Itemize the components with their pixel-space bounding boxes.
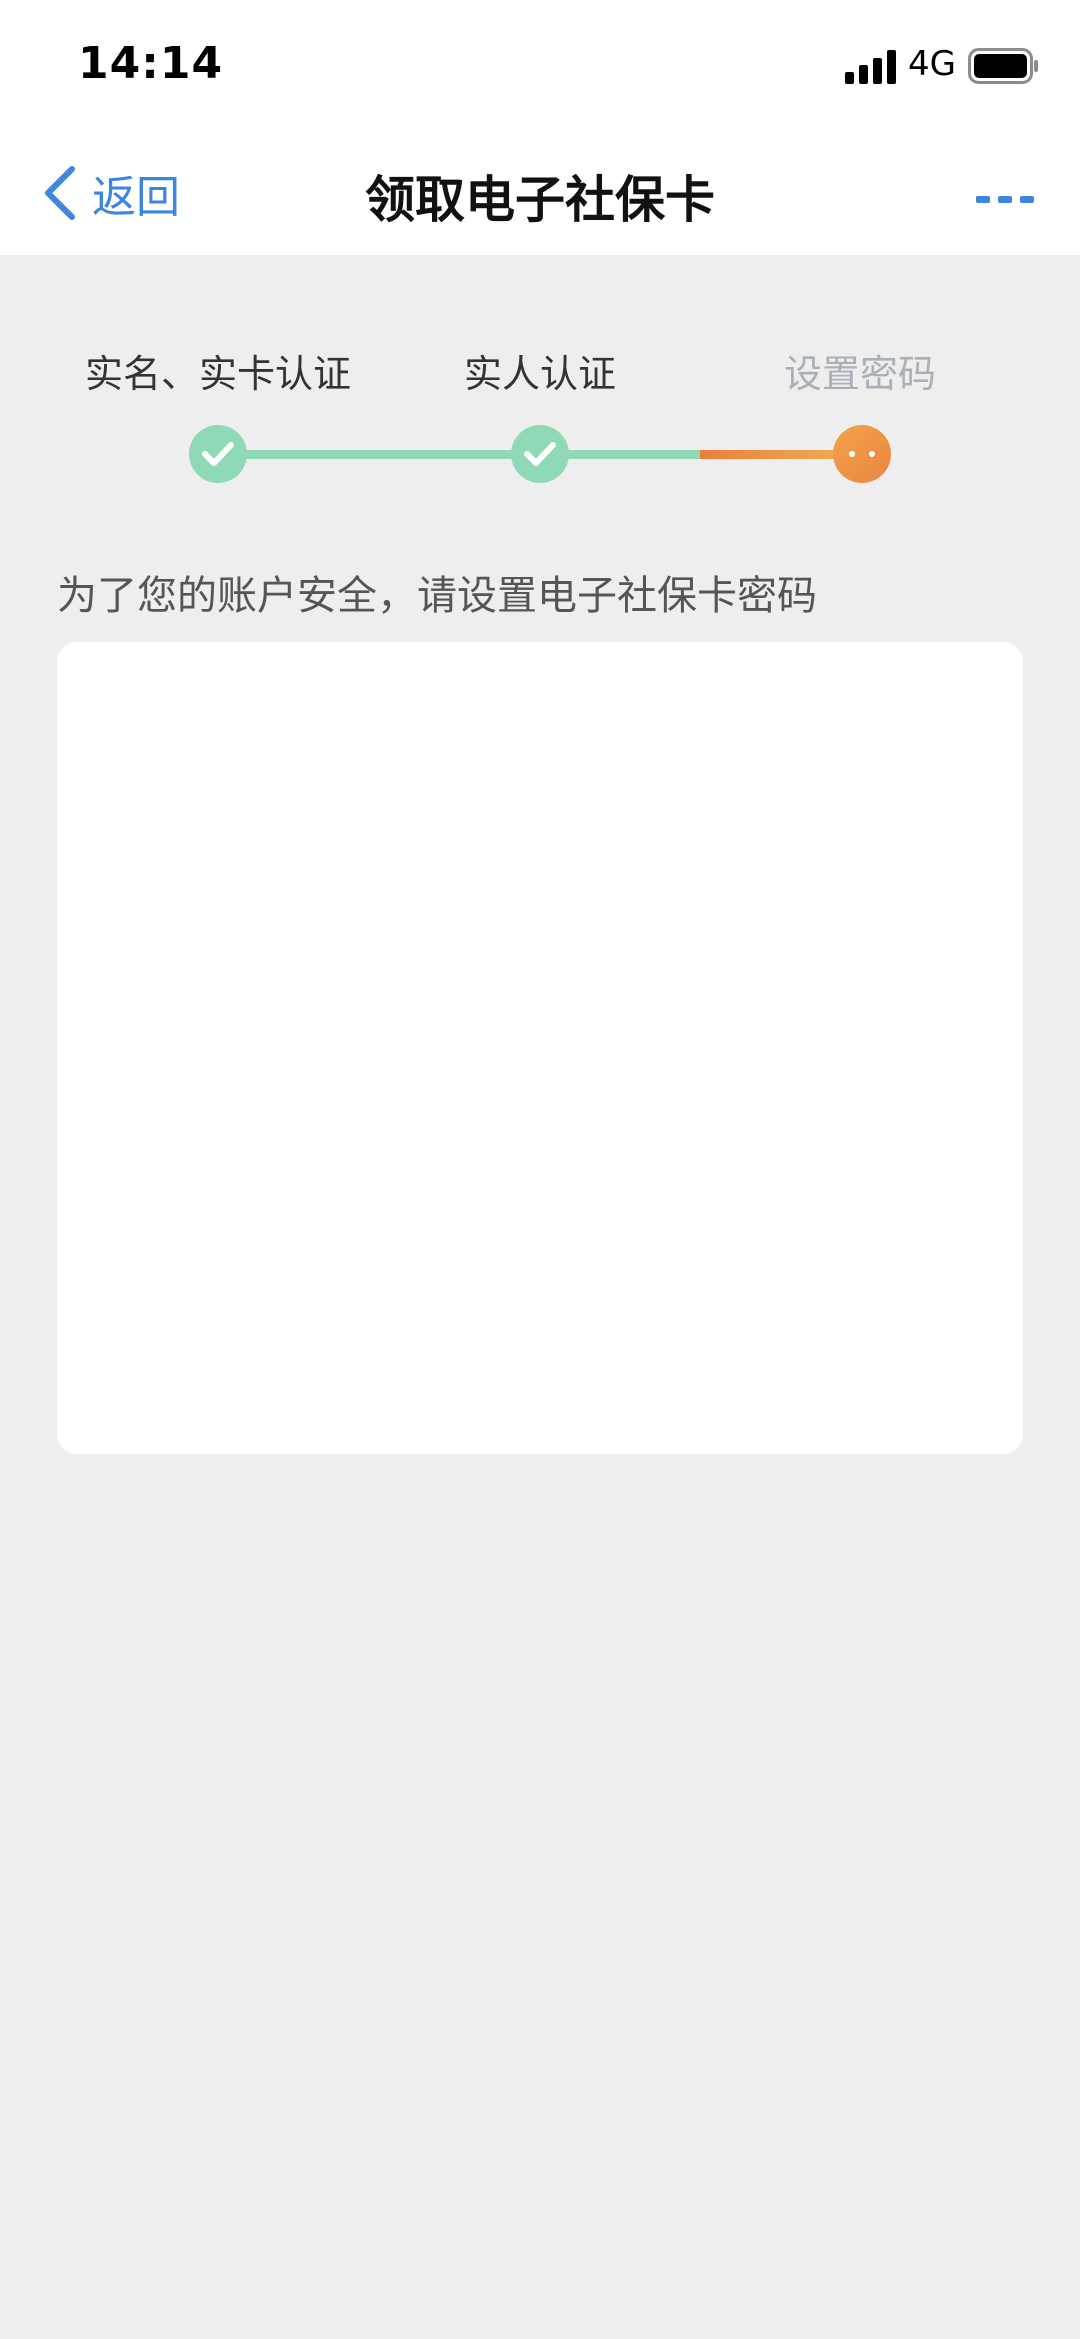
check-icon xyxy=(524,442,556,466)
check-icon xyxy=(202,442,234,466)
step-done-2 xyxy=(511,425,569,483)
status-time: 14:14 xyxy=(78,38,224,89)
ellipsis-icon xyxy=(849,451,875,457)
more-icon[interactable] xyxy=(970,180,1040,220)
instruction-text: 为了您的账户安全，请设置电子社保卡密码 xyxy=(57,573,817,619)
page-title: 领取电子社保卡 xyxy=(365,171,715,229)
step-label-password: 设置密码 xyxy=(783,352,936,396)
signal-icon xyxy=(845,50,896,84)
step-done-1 xyxy=(189,425,247,483)
status-bar: 14:14 4G xyxy=(0,0,1080,130)
network-type: 4G xyxy=(908,44,956,84)
step-current xyxy=(833,425,891,483)
step-connector-1 xyxy=(218,450,540,459)
step-progress: 实名、实卡认证 实人认证 设置密码 xyxy=(0,255,1080,515)
password-form xyxy=(57,642,1023,1454)
step-label-face: 实人认证 xyxy=(463,352,616,396)
nav-bar: 返回 领取电子社保卡 xyxy=(0,130,1080,255)
battery-icon xyxy=(968,48,1038,84)
step-label-realname: 实名、实卡认证 xyxy=(84,352,351,396)
